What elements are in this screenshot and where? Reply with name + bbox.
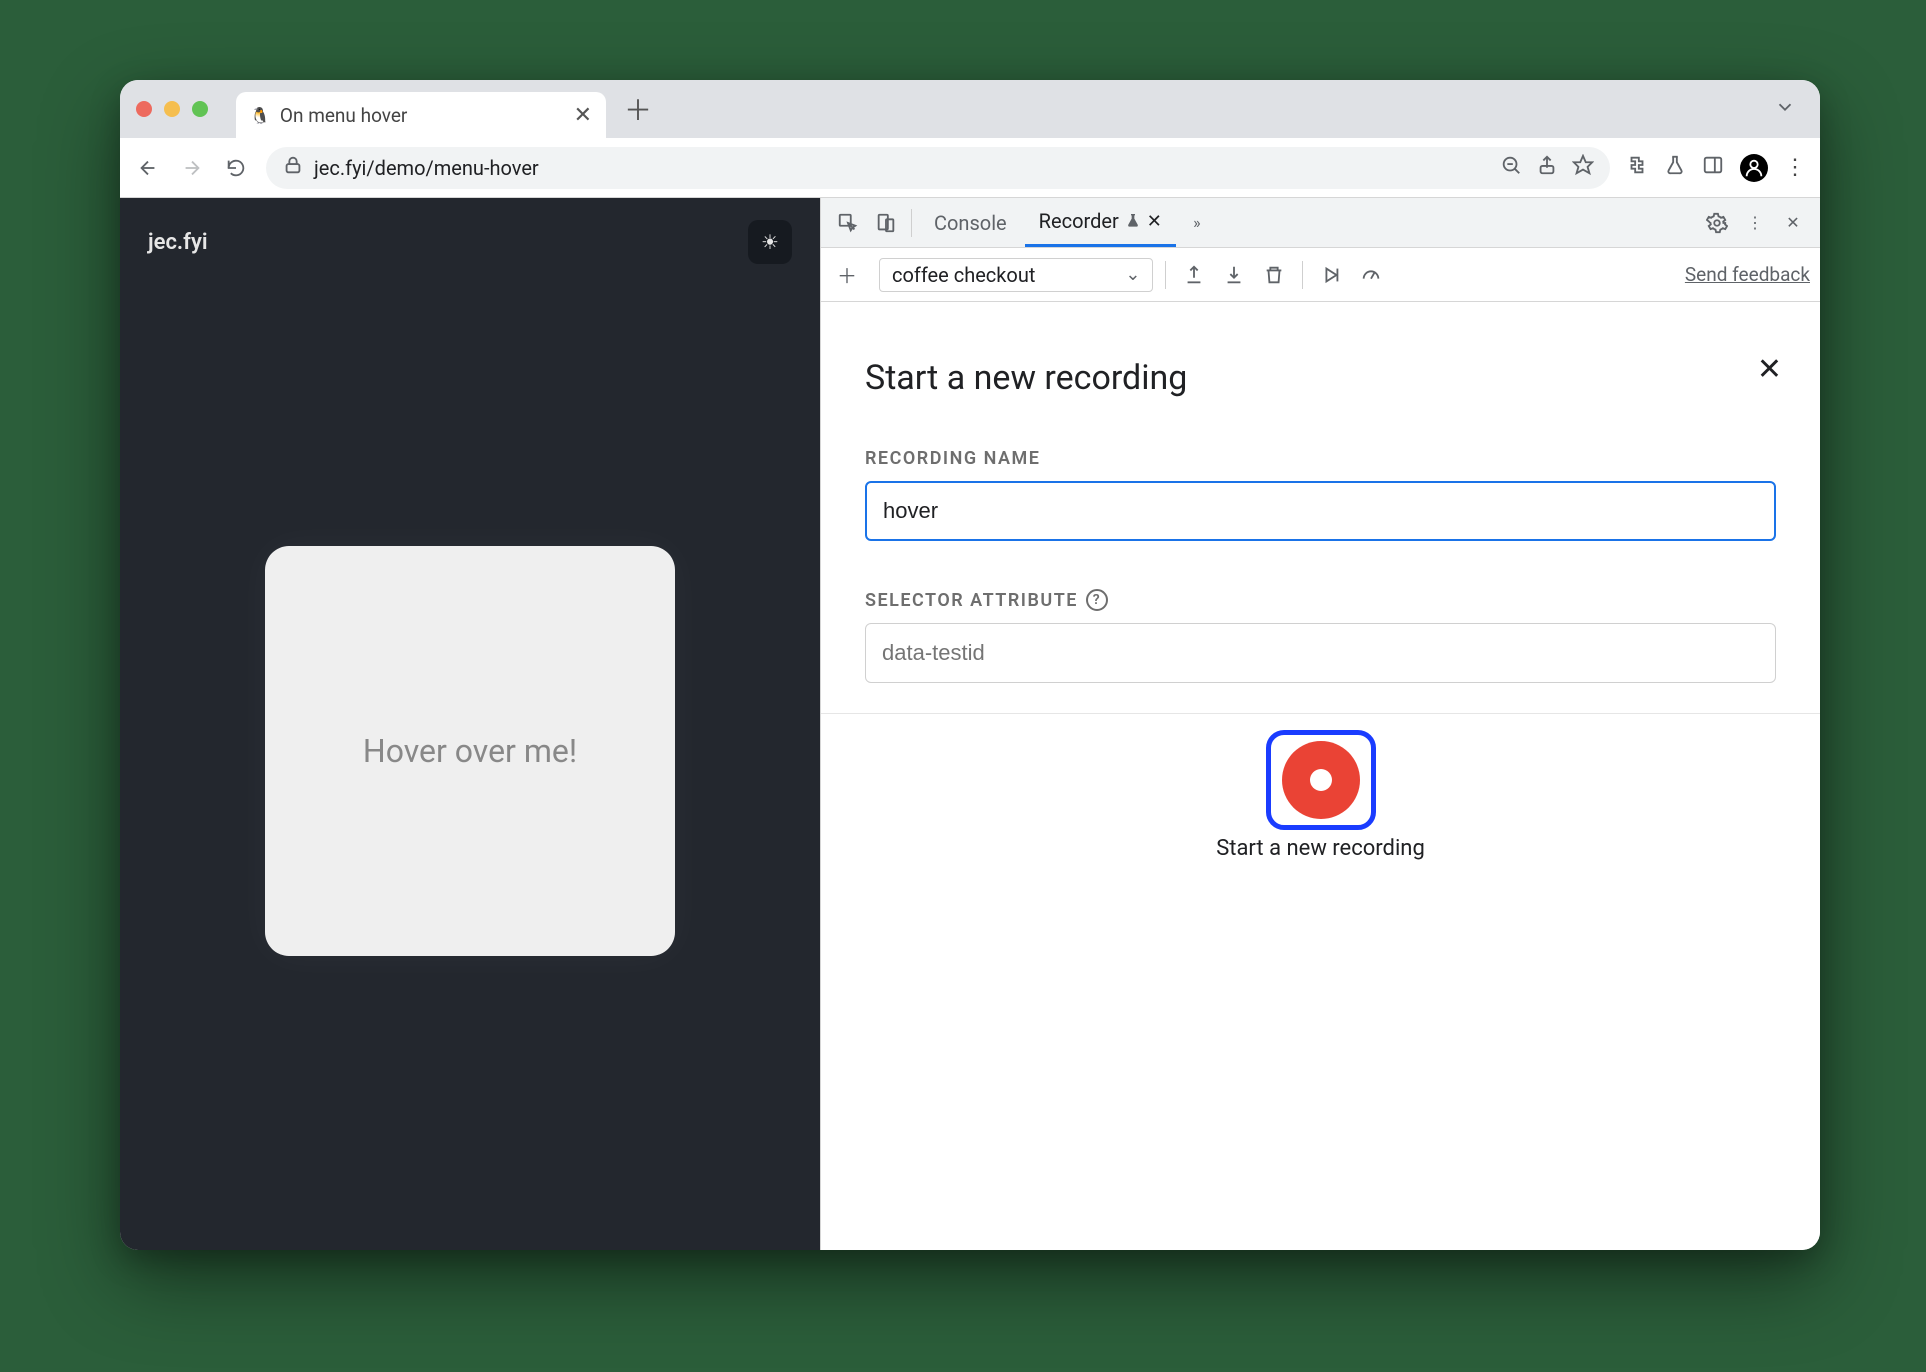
window-maximize-button[interactable] <box>192 101 208 117</box>
nav-reload-button[interactable] <box>222 154 250 182</box>
page-header: jec.fyi ☀ <box>120 198 820 286</box>
tab-recorder-label: Recorder <box>1039 209 1119 233</box>
nav-forward-button[interactable] <box>178 154 206 182</box>
more-tabs-button[interactable]: » <box>1180 206 1214 240</box>
add-recording-button[interactable]: ＋ <box>831 259 863 291</box>
window-close-button[interactable] <box>136 101 152 117</box>
devtools-close-button[interactable]: ✕ <box>1776 206 1810 240</box>
tab-console-label: Console <box>934 211 1007 235</box>
form-heading: Start a new recording <box>865 358 1776 398</box>
devtools-tabstrip: Console Recorder ✕ » ⋮ ✕ <box>821 198 1820 248</box>
nav-back-button[interactable] <box>134 154 162 182</box>
recording-select[interactable]: coffee checkout ⌄ <box>879 258 1153 292</box>
lock-icon <box>282 154 304 181</box>
window-minimize-button[interactable] <box>164 101 180 117</box>
record-icon <box>1282 741 1360 819</box>
browser-window: 🐧 On menu hover ✕ ＋ jec.fyi/demo/menu-ho… <box>120 80 1820 1250</box>
selector-attribute-text: SELECTOR ATTRIBUTE <box>865 590 1078 611</box>
site-name: jec.fyi <box>148 230 208 255</box>
recorder-footer: Start a new recording <box>821 714 1820 887</box>
performance-button[interactable] <box>1355 259 1387 291</box>
help-icon[interactable]: ? <box>1086 589 1108 611</box>
recording-name-label: RECORDING NAME <box>865 448 1776 469</box>
hover-card-text: Hover over me! <box>363 732 577 770</box>
omnibox-actions <box>1500 154 1594 181</box>
theme-toggle-button[interactable]: ☀ <box>748 220 792 264</box>
devtools-menu-button[interactable]: ⋮ <box>1738 206 1772 240</box>
tab-close-button[interactable]: ✕ <box>1147 211 1162 232</box>
recording-select-label: coffee checkout <box>892 263 1035 287</box>
side-panel-icon[interactable] <box>1702 154 1724 182</box>
start-recording-button[interactable] <box>1266 730 1376 830</box>
tab-favicon-icon: 🐧 <box>250 106 270 125</box>
address-bar-row: jec.fyi/demo/menu-hover ⋮ <box>120 138 1820 198</box>
new-tab-button[interactable]: ＋ <box>624 89 652 129</box>
device-toolbar-button[interactable] <box>869 206 903 240</box>
sun-icon: ☀ <box>761 230 779 254</box>
chevron-down-icon <box>1774 96 1796 118</box>
recording-name-input[interactable] <box>865 481 1776 541</box>
tab-close-button[interactable]: ✕ <box>574 103 592 128</box>
devtools-settings-button[interactable] <box>1700 206 1734 240</box>
arrow-right-icon <box>181 157 203 179</box>
profile-avatar[interactable] <box>1740 154 1768 182</box>
content-row: jec.fyi ☀ Hover over me! Console Recorde… <box>120 198 1820 1250</box>
tabs-dropdown-button[interactable] <box>1774 96 1796 122</box>
tab-recorder[interactable]: Recorder ✕ <box>1025 198 1176 247</box>
labs-icon[interactable] <box>1664 154 1686 182</box>
star-icon[interactable] <box>1572 154 1594 181</box>
browser-toolbar-icons: ⋮ <box>1626 154 1806 182</box>
recorder-form: Start a new recording ✕ RECORDING NAME S… <box>821 302 1820 713</box>
tab-title: On menu hover <box>280 104 407 127</box>
address-url: jec.fyi/demo/menu-hover <box>314 156 539 180</box>
inspect-element-button[interactable] <box>831 206 865 240</box>
selector-attribute-input[interactable] <box>865 623 1776 683</box>
reload-icon <box>225 157 247 179</box>
tab-console[interactable]: Console <box>920 198 1021 247</box>
share-icon[interactable] <box>1536 154 1558 181</box>
delete-button[interactable] <box>1258 259 1290 291</box>
devtools-panel: Console Recorder ✕ » ⋮ ✕ ＋ coffee checko… <box>820 198 1820 1250</box>
recorder-toolbar: ＋ coffee checkout ⌄ Send feedback <box>821 248 1820 302</box>
zoom-out-icon[interactable] <box>1500 154 1522 181</box>
page-content: jec.fyi ☀ Hover over me! <box>120 198 820 1250</box>
browser-menu-button[interactable]: ⋮ <box>1784 155 1806 180</box>
send-feedback-link[interactable]: Send feedback <box>1685 263 1810 286</box>
flask-icon <box>1125 209 1141 233</box>
start-recording-label: Start a new recording <box>1216 836 1425 861</box>
arrow-left-icon <box>137 157 159 179</box>
hover-card[interactable]: Hover over me! <box>265 546 675 956</box>
import-button[interactable] <box>1218 259 1250 291</box>
extensions-icon[interactable] <box>1626 154 1648 182</box>
window-controls <box>136 101 208 117</box>
tab-strip: 🐧 On menu hover ✕ ＋ <box>120 80 1820 138</box>
chevron-down-icon: ⌄ <box>1125 264 1140 285</box>
form-close-button[interactable]: ✕ <box>1757 352 1782 387</box>
replay-button[interactable] <box>1315 259 1347 291</box>
browser-tab[interactable]: 🐧 On menu hover ✕ <box>236 92 606 138</box>
address-bar[interactable]: jec.fyi/demo/menu-hover <box>266 147 1610 189</box>
export-button[interactable] <box>1178 259 1210 291</box>
selector-attribute-label: SELECTOR ATTRIBUTE ? <box>865 589 1776 611</box>
